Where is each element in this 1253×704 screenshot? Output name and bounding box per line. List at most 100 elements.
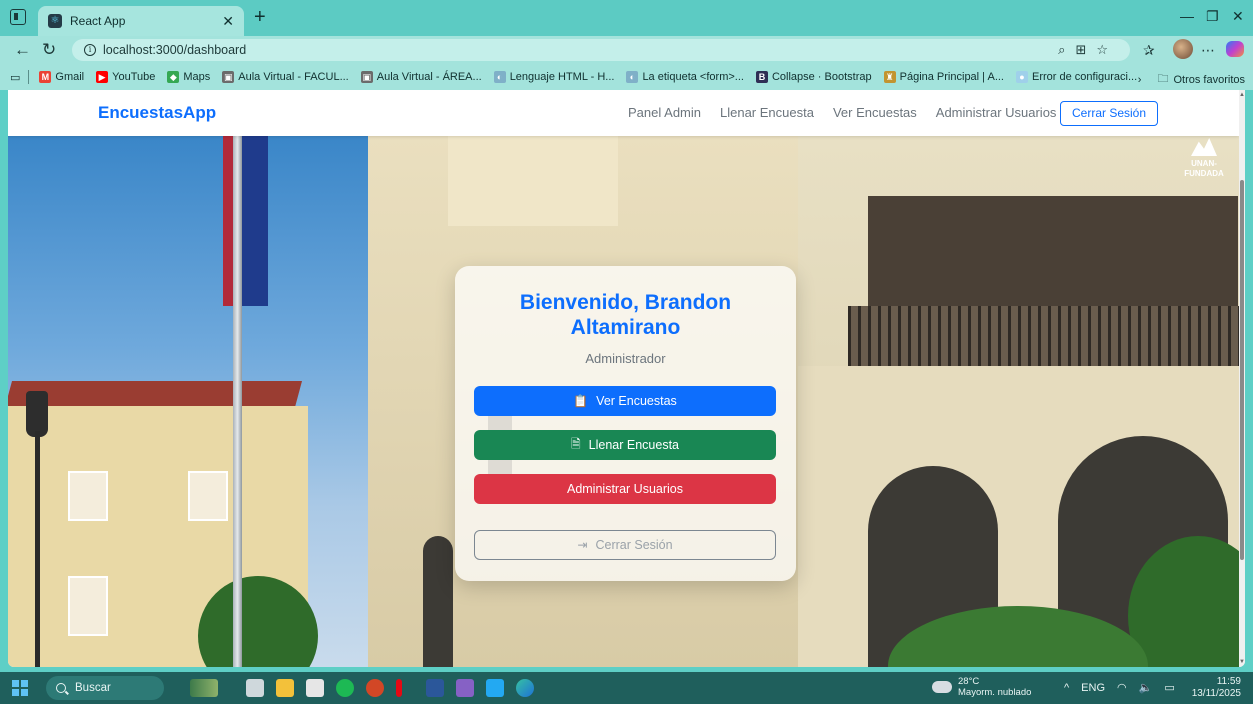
app-navbar: EncuestasApp Panel Admin Llenar Encuesta… xyxy=(8,90,1239,136)
widgets-icon[interactable] xyxy=(190,679,218,697)
site-info-icon[interactable]: i xyxy=(84,44,96,56)
building-window xyxy=(68,576,108,636)
street-lamp xyxy=(22,391,52,667)
nav-link-administrar-usuarios[interactable]: Administrar Usuarios xyxy=(936,105,1057,120)
chevron-up-icon[interactable]: ^ xyxy=(1064,682,1069,694)
collections-icon[interactable]: ▭ xyxy=(10,71,20,84)
url-text[interactable]: localhost:3000/dashboard xyxy=(103,43,246,57)
view-surveys-label: Ver Encuestas xyxy=(596,394,677,408)
tab-close-icon[interactable]: ✕ xyxy=(222,13,234,30)
bookmark-item[interactable]: ◐ La etiqueta <form>... xyxy=(626,71,744,83)
profile-avatar[interactable] xyxy=(1173,39,1193,59)
clock-date: 13/11/2025 xyxy=(1191,688,1241,699)
view-surveys-button[interactable]: 📋 Ver Encuestas xyxy=(474,386,776,416)
close-window-icon[interactable]: ✕ xyxy=(1232,8,1244,25)
fill-survey-label: Llenar Encuesta xyxy=(588,438,679,452)
address-bar-icons[interactable]: ⌕⊞☆ xyxy=(1058,42,1118,58)
bookmark-item[interactable]: ● Error de configuraci... xyxy=(1016,71,1137,83)
nav-link-panel-admin[interactable]: Panel Admin xyxy=(628,105,701,120)
language-indicator[interactable]: ENG xyxy=(1081,682,1105,694)
browser-tab[interactable]: ⚛ React App ✕ xyxy=(38,6,244,36)
taskbar-search-label: Buscar xyxy=(75,682,111,694)
word-icon[interactable] xyxy=(426,679,444,697)
partly-cloudy-icon xyxy=(929,678,952,693)
bookmark-item[interactable]: ▣ Aula Virtual - FACUL... xyxy=(222,71,349,83)
taskbar-search[interactable]: Buscar xyxy=(46,676,164,700)
logout-icon: ⇥ xyxy=(577,538,588,552)
logout-label: Cerrar Sesión xyxy=(595,538,673,552)
fill-survey-button[interactable]: 🗎 Llenar Encuesta xyxy=(474,430,776,460)
task-view-icon[interactable] xyxy=(246,679,264,697)
react-favicon-icon: ⚛ xyxy=(48,14,62,28)
bookmark-separator xyxy=(28,70,30,84)
bookmark-item[interactable]: B Collapse · Bootstrap xyxy=(755,71,872,83)
folder-icon: 🗀 xyxy=(1157,73,1169,85)
windows-start-icon[interactable] xyxy=(12,680,28,696)
university-logo-text: UNAN-FUNDADA xyxy=(1184,159,1224,178)
back-icon[interactable]: ← xyxy=(14,40,31,60)
system-tray: ^ ENG ◠ 🔈 ▭ xyxy=(1064,681,1187,695)
copilot-icon[interactable] xyxy=(1226,41,1244,57)
gmail-icon: M xyxy=(39,71,52,83)
vscode-icon[interactable] xyxy=(486,679,504,697)
visual-studio-icon[interactable] xyxy=(456,679,474,697)
netflix-icon[interactable] xyxy=(396,679,402,697)
taskbar-clock[interactable]: 11:59 13/11/2025 xyxy=(1192,676,1241,700)
bookmarks-bar: ▭ M Gmail ▶ YouTube ◆ Maps ▣ Aula Virtual - … xyxy=(0,64,1253,90)
powerpoint-icon[interactable] xyxy=(366,679,384,697)
new-tab-icon[interactable]: + xyxy=(254,7,266,27)
volume-icon[interactable]: 🔈 xyxy=(1139,681,1153,694)
file-explorer-icon[interactable] xyxy=(276,679,294,697)
bookmark-item[interactable]: ◐ Lenguaje HTML - H... xyxy=(493,71,614,83)
bookmark-item[interactable]: ▶ YouTube xyxy=(96,71,155,83)
search-icon xyxy=(56,683,66,693)
building-window xyxy=(68,471,108,521)
nav-link-ver-encuestas[interactable]: Ver Encuestas xyxy=(833,105,917,120)
navbar-logout-button[interactable]: Cerrar Sesión xyxy=(1060,101,1159,126)
app-brand[interactable]: EncuestasApp xyxy=(98,103,216,123)
bookmark-item[interactable]: ◆ Maps xyxy=(167,71,210,83)
chevron-right-icon[interactable]: › xyxy=(1138,74,1142,86)
flagpole xyxy=(233,136,242,667)
bookmark-item[interactable]: ▣ Aula Virtual - ÁREA... xyxy=(360,71,482,83)
store-icon[interactable] xyxy=(306,679,324,697)
restore-icon[interactable]: ❐ xyxy=(1206,8,1219,25)
globe-icon: ◐ xyxy=(493,71,506,83)
balcony-railing xyxy=(848,306,1239,366)
building-window xyxy=(188,471,228,521)
other-favorites[interactable]: › 🗀 Otros favoritos xyxy=(1138,70,1245,89)
battery-icon[interactable]: ▭ xyxy=(1164,681,1174,694)
error-page-icon: ● xyxy=(1016,71,1028,83)
edge-icon[interactable] xyxy=(516,679,534,697)
address-bar[interactable]: i localhost:3000/dashboard ⌕⊞☆ xyxy=(72,39,1130,61)
bootstrap-icon: B xyxy=(755,71,768,83)
scroll-up-icon[interactable]: ▲ xyxy=(1239,92,1245,98)
nav-links: Panel Admin Llenar Encuesta Ver Encuesta… xyxy=(628,105,1075,120)
wifi-icon[interactable]: ◠ xyxy=(1117,681,1127,694)
flag xyxy=(238,136,268,306)
favorites-icon[interactable]: ✰ xyxy=(1143,42,1155,59)
manage-users-button[interactable]: Administrar Usuarios xyxy=(474,474,776,504)
bookmark-item[interactable]: ♜ Página Principal | A... xyxy=(883,71,1004,83)
weather-widget[interactable]: 28°C Mayorm. nublado xyxy=(929,676,1031,698)
nav-link-llenar-encuesta[interactable]: Llenar Encuesta xyxy=(720,105,814,120)
spotify-icon[interactable] xyxy=(336,679,354,697)
scroll-down-icon[interactable]: ▼ xyxy=(1239,659,1245,665)
tab-actions-icon[interactable] xyxy=(10,9,26,25)
weather-text: 28°C Mayorm. nublado xyxy=(958,676,1031,698)
user-role: Administrador xyxy=(585,351,666,366)
tab-title: React App xyxy=(70,14,126,28)
scroll-thumb[interactable] xyxy=(1240,180,1244,560)
lamp-post xyxy=(35,431,40,667)
page-scrollbar[interactable]: ▲ ▼ xyxy=(1239,90,1245,667)
welcome-title: Bienvenido, Brandon Altamirano xyxy=(519,291,732,339)
more-menu-icon[interactable]: ⋯ xyxy=(1201,42,1215,59)
bookmark-item[interactable]: M Gmail xyxy=(39,71,84,83)
minimize-icon[interactable]: — xyxy=(1180,8,1194,24)
youtube-icon: ▶ xyxy=(96,71,109,83)
university-logo: UNAN-FUNDADA xyxy=(1179,138,1229,179)
browser-titlebar: ⚛ React App ✕ + — ❐ ✕ xyxy=(0,0,1253,36)
logout-button[interactable]: ⇥ Cerrar Sesión xyxy=(474,530,776,560)
document-icon: 🗎 xyxy=(571,436,581,451)
refresh-icon[interactable]: ↻ xyxy=(42,40,56,60)
